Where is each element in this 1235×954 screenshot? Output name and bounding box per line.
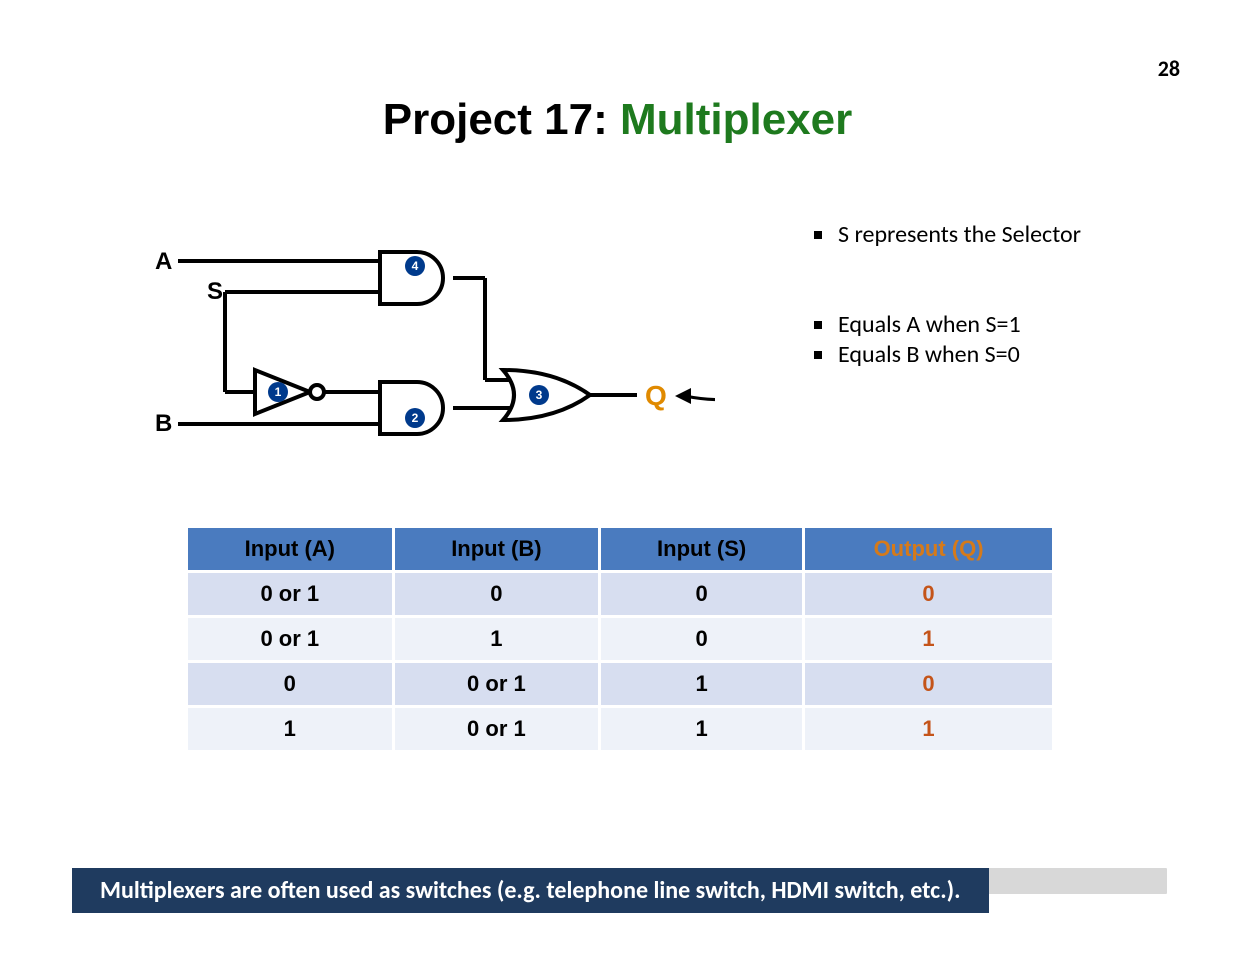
table-row: 1 0 or 1 1 1 [187, 707, 1054, 752]
gate-number-4: 4 [412, 259, 419, 273]
slide-title: Project 17: Multiplexer [0, 95, 1235, 145]
note-selector: S represents the Selector [810, 220, 1180, 250]
circuit-svg: 1 4 2 3 [155, 230, 715, 460]
gate-number-2: 2 [412, 411, 419, 425]
cell: 1 [600, 707, 804, 752]
notes-list: S represents the Selector Equals A when … [810, 220, 1180, 370]
cell-output: 1 [804, 707, 1054, 752]
cell: 0 or 1 [187, 617, 394, 662]
and-gate-bottom: 2 [380, 382, 443, 434]
table-header-row: Input (A) Input (B) Input (S) Output (Q) [187, 527, 1054, 572]
cell: 0 [600, 572, 804, 617]
th-input-b: Input (B) [393, 527, 600, 572]
truth-table: Input (A) Input (B) Input (S) Output (Q)… [185, 525, 1055, 753]
label-a: A [155, 248, 172, 276]
title-name: Multiplexer [620, 95, 852, 144]
q-arrow-icon [675, 370, 715, 404]
th-output-q: Output (Q) [804, 527, 1054, 572]
note-a-when-s1: Equals A when S=1 [810, 310, 1180, 340]
not-gate: 1 [255, 370, 324, 414]
cell: 0 or 1 [187, 572, 394, 617]
cell: 1 [393, 617, 600, 662]
label-s: S [207, 278, 223, 306]
label-q: Q [645, 380, 667, 412]
cell: 0 or 1 [393, 707, 600, 752]
th-input-a: Input (A) [187, 527, 394, 572]
and-gate-top: 4 [380, 252, 443, 304]
cell: 1 [600, 662, 804, 707]
table-row: 0 or 1 1 0 1 [187, 617, 1054, 662]
footer-text: Multiplexers are often used as switches … [72, 868, 989, 913]
table-row: 0 0 or 1 1 0 [187, 662, 1054, 707]
title-prefix: Project 17: [383, 95, 620, 144]
label-b: B [155, 410, 172, 438]
cell: 0 or 1 [393, 662, 600, 707]
footer-note: . Multiplexers are often used as switche… [72, 868, 1167, 894]
gate-number-3: 3 [536, 388, 543, 402]
or-gate: 3 [503, 370, 590, 420]
cell-output: 0 [804, 572, 1054, 617]
cell-output: 1 [804, 617, 1054, 662]
gate-number-1: 1 [275, 385, 282, 399]
cell-output: 0 [804, 662, 1054, 707]
th-input-s: Input (S) [600, 527, 804, 572]
table-row: 0 or 1 0 0 0 [187, 572, 1054, 617]
page-number: 28 [1158, 55, 1180, 82]
cell: 1 [187, 707, 394, 752]
note-b-when-s0: Equals B when S=0 [810, 340, 1180, 370]
circuit-diagram: 1 4 2 3 A S B Q [155, 230, 715, 460]
cell: 0 [393, 572, 600, 617]
cell: 0 [600, 617, 804, 662]
cell: 0 [187, 662, 394, 707]
